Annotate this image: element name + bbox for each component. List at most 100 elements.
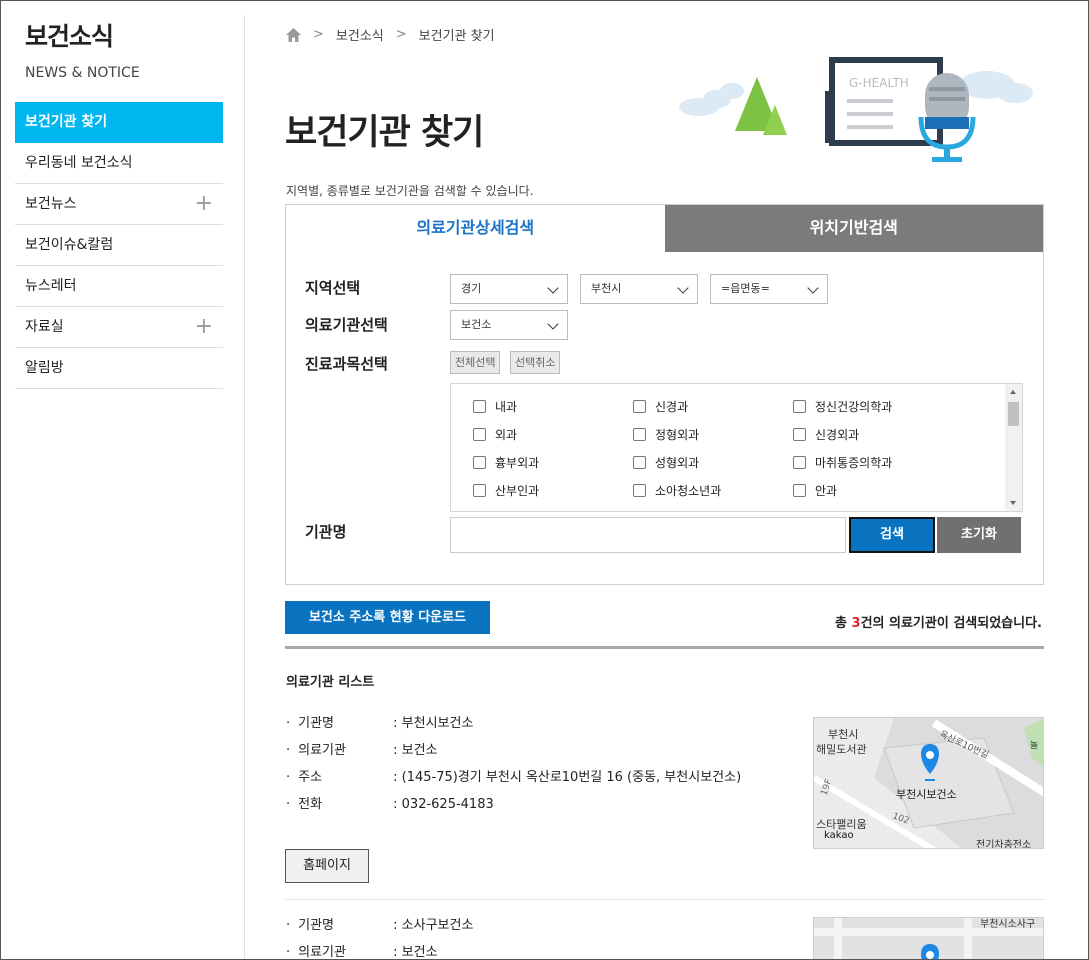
search-panel: 의료기관상세검색 위치기반검색 지역선택 경기 부천시 =읍면동= 의료기관선택…	[285, 204, 1044, 585]
result-value: : 보건소	[393, 945, 438, 960]
checkbox-icon[interactable]	[793, 456, 806, 469]
department-checkbox[interactable]: 신경외과	[793, 426, 859, 443]
department-checkbox[interactable]: 흉부외과	[473, 454, 539, 471]
map-label: 부천시	[828, 727, 858, 741]
department-label: 산부인과	[495, 484, 540, 498]
checkbox-icon[interactable]	[793, 484, 806, 497]
institution-type-select[interactable]: 보건소	[450, 310, 568, 340]
deselect-button[interactable]: 선택취소	[510, 351, 561, 374]
checkbox-icon[interactable]	[633, 400, 646, 413]
sidebar-item-label: 보건뉴스	[25, 196, 77, 212]
location-map[interactable]: 부천시소사구	[813, 917, 1044, 960]
scroll-down-icon[interactable]	[1010, 501, 1016, 505]
result-number: 3	[851, 616, 861, 631]
chevron-down-icon	[807, 282, 819, 294]
city-select[interactable]: 부천시	[580, 274, 698, 304]
sidebar-item-health-news[interactable]: 보건뉴스 +	[15, 184, 223, 225]
province-select[interactable]: 경기	[450, 274, 568, 304]
department-label: 성형외과	[655, 456, 700, 470]
department-checklist: 내과 신경과 정신건강의학과 외과 정형외과 신경외과 흉부외과 성형외과 마취…	[450, 383, 1023, 512]
page: 보건소식 NEWS & NOTICE 보건기관 찾기 우리동네 보건소식 보건뉴…	[0, 0, 1089, 960]
sidebar-item-find-institution[interactable]: 보건기관 찾기	[15, 102, 223, 143]
checkbox-icon[interactable]	[473, 456, 486, 469]
result-row: · 주소: (145-75)경기 부천시 옥산로10번길 16 (중동, 부천시…	[286, 766, 741, 785]
download-address-list-button[interactable]: 보건소 주소록 현황 다운로드	[285, 601, 490, 634]
home-icon[interactable]	[286, 27, 301, 42]
checklist-scrollbar[interactable]	[1005, 384, 1022, 511]
result-row: · 기관명: 부천시보건소	[286, 712, 473, 731]
sidebar-item-label: 우리동네 보건소식	[25, 155, 133, 171]
institution-type-value: 보건소	[461, 318, 492, 331]
reset-button[interactable]: 초기화	[937, 517, 1021, 553]
sidebar-item-label: 보건기관 찾기	[25, 114, 108, 130]
department-checkbox[interactable]: 성형외과	[633, 454, 699, 471]
department-label: 마취통증의학과	[815, 456, 893, 470]
department-checkbox[interactable]: 안과	[793, 482, 837, 499]
map-pin-icon[interactable]	[921, 944, 939, 960]
plus-icon[interactable]: +	[195, 184, 213, 224]
breadcrumb-item[interactable]: 보건기관 찾기	[419, 25, 495, 44]
checkbox-icon[interactable]	[633, 428, 646, 441]
scroll-up-icon[interactable]	[1010, 390, 1016, 394]
sidebar-menu: 보건기관 찾기 우리동네 보건소식 보건뉴스 + 보건이슈&칼럼 뉴스레터 자료실…	[15, 102, 223, 389]
checkbox-icon[interactable]	[473, 400, 486, 413]
department-label: 소아청소년과	[655, 484, 722, 498]
department-checkbox[interactable]: 정형외과	[633, 426, 699, 443]
town-select[interactable]: =읍면동=	[710, 274, 828, 304]
list-divider	[285, 646, 1044, 649]
select-all-button[interactable]: 전체선택	[450, 351, 501, 374]
checkbox-icon[interactable]	[793, 428, 806, 441]
tab-detail-search[interactable]: 의료기관상세검색	[286, 205, 665, 252]
department-checkbox[interactable]: 정신건강의학과	[793, 398, 892, 415]
department-checkbox[interactable]: 소아청소년과	[633, 482, 721, 499]
chevron-down-icon	[547, 282, 559, 294]
institution-label: 의료기관선택	[305, 316, 388, 334]
homepage-button[interactable]: 홈페이지	[285, 849, 369, 883]
result-key: 주소	[298, 770, 323, 785]
checkbox-icon[interactable]	[633, 484, 646, 497]
checkbox-icon[interactable]	[473, 428, 486, 441]
result-value: : 보건소	[393, 743, 438, 758]
result-count: 총 3건의 의료기관이 검색되었습니다.	[835, 612, 1042, 631]
sidebar-divider	[244, 15, 245, 959]
department-checkbox[interactable]: 내과	[473, 398, 517, 415]
sidebar-item-archive[interactable]: 자료실 +	[15, 307, 223, 348]
breadcrumb: > 보건소식 > 보건기관 찾기	[286, 25, 495, 44]
plus-icon[interactable]: +	[195, 307, 213, 347]
sidebar-title: 보건소식	[25, 22, 114, 51]
checkbox-icon[interactable]	[633, 456, 646, 469]
location-map[interactable]: 부천시 해밀도서관 옥산로10번길 부천시보건소 스타팰리움 kakao 전기차…	[813, 717, 1044, 849]
sidebar-item-label: 뉴스레터	[25, 278, 77, 294]
department-checkbox[interactable]: 외과	[473, 426, 517, 443]
department-checkbox[interactable]: 산부인과	[473, 482, 539, 499]
result-key: 기관명	[298, 918, 335, 933]
page-description: 지역별, 종류별로 보건기관을 검색할 수 있습니다.	[286, 184, 534, 198]
department-label: 흉부외과	[495, 456, 540, 470]
sidebar-item-notices[interactable]: 알림방	[15, 348, 223, 389]
breadcrumb-item[interactable]: 보건소식	[336, 25, 384, 44]
sidebar-item-issues-column[interactable]: 보건이슈&칼럼	[15, 225, 223, 266]
city-value: 부천시	[591, 282, 622, 295]
list-title: 의료기관 리스트	[286, 675, 375, 690]
sidebar-item-newsletter[interactable]: 뉴스레터	[15, 266, 223, 307]
map-label: 부천시소사구	[980, 918, 1035, 930]
sidebar-item-label: 알림방	[25, 360, 64, 376]
result-key: 의료기관	[298, 945, 346, 960]
search-button[interactable]: 검색	[849, 517, 935, 553]
tab-location-search[interactable]: 위치기반검색	[664, 205, 1043, 252]
institution-name-input[interactable]	[450, 517, 846, 553]
department-label: 내과	[495, 400, 518, 414]
chevron-right-icon: >	[313, 27, 324, 42]
checkbox-icon[interactable]	[473, 484, 486, 497]
department-checkbox[interactable]: 마취통증의학과	[793, 454, 892, 471]
result-prefix: 총	[835, 616, 852, 631]
scroll-thumb[interactable]	[1008, 402, 1019, 426]
illustration-text: G-HEALTH	[849, 76, 909, 90]
sidebar-subtitle: NEWS & NOTICE	[25, 65, 140, 81]
sidebar-item-local-news[interactable]: 우리동네 보건소식	[15, 143, 223, 184]
department-checkbox[interactable]: 신경과	[633, 398, 688, 415]
result-value: : 032-625-4183	[393, 797, 494, 812]
map-label: 해밀도서관	[816, 742, 867, 756]
checkbox-icon[interactable]	[793, 400, 806, 413]
department-label: 외과	[495, 428, 518, 442]
